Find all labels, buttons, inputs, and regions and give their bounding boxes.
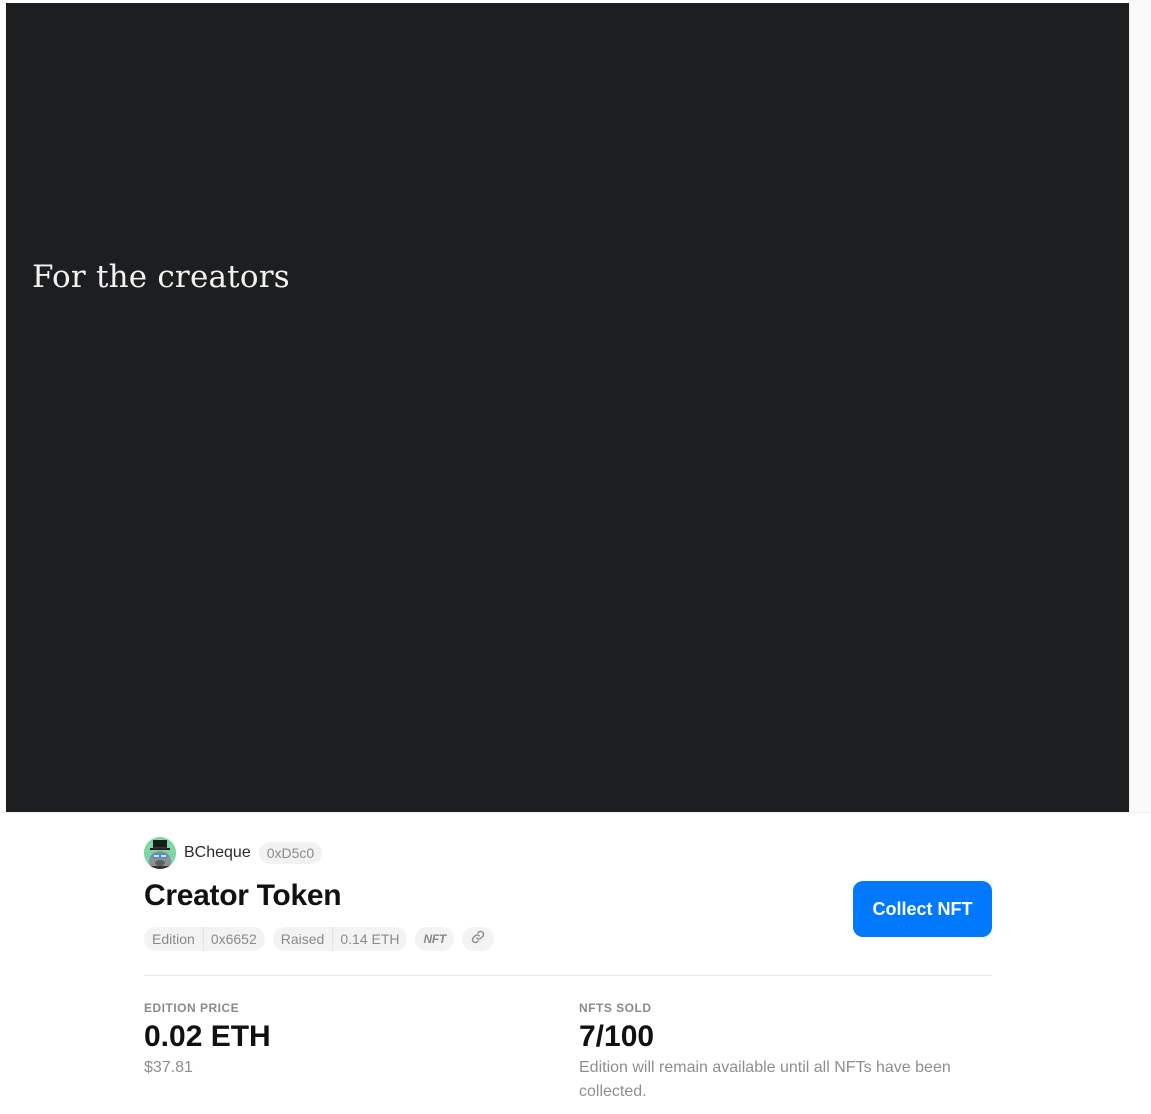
edition-price-usd: $37.81	[144, 1059, 193, 1076]
scroll-gutter	[1129, 0, 1151, 812]
creator-name[interactable]: BCheque	[184, 844, 251, 862]
link-button[interactable]	[461, 927, 494, 951]
token-tags: Edition 0x6652 Raised 0.14 ETH NFT	[144, 927, 502, 951]
raised-pill: Raised 0.14 ETH	[272, 927, 408, 951]
link-icon	[471, 930, 485, 949]
creator-address-badge[interactable]: 0xD5c0	[258, 842, 323, 864]
raised-value: 0.14 ETH	[332, 927, 407, 951]
creator-row[interactable]: BCheque 0xD5c0	[144, 837, 323, 869]
collect-nft-button[interactable]: Collect NFT	[853, 881, 992, 937]
raised-label: Raised	[280, 931, 325, 947]
details-divider	[144, 975, 992, 976]
nfts-sold-note: Edition will remain available until all …	[579, 1059, 951, 1100]
nfts-sold-section: NFTS SOLD 7/100 Edition will remain avai…	[579, 1001, 979, 1104]
page: For the creators BCheque 0xD5c0 Creator …	[0, 0, 1151, 1114]
edition-label: Edition	[152, 931, 195, 947]
nft-pill[interactable]: NFT	[415, 927, 454, 951]
edition-pill[interactable]: Edition 0x6652	[144, 927, 265, 951]
avatar-image	[144, 837, 176, 869]
nfts-sold-value: 7/100	[579, 1020, 655, 1053]
hero-divider	[0, 812, 1151, 813]
edition-address: 0x6652	[202, 927, 265, 951]
edition-price-section: EDITION PRICE 0.02 ETH $37.81	[144, 1001, 544, 1080]
edition-price-value: 0.02 ETH	[144, 1020, 271, 1053]
nft-badge: NFT	[423, 932, 446, 946]
avatar[interactable]	[144, 837, 176, 869]
hero-text: For the creators	[32, 259, 290, 295]
edition-price-label: EDITION PRICE	[144, 1001, 240, 1015]
token-title: Creator Token	[144, 879, 342, 912]
nfts-sold-label: NFTS SOLD	[579, 1001, 652, 1015]
hero-artwork[interactable]: For the creators	[6, 3, 1129, 812]
